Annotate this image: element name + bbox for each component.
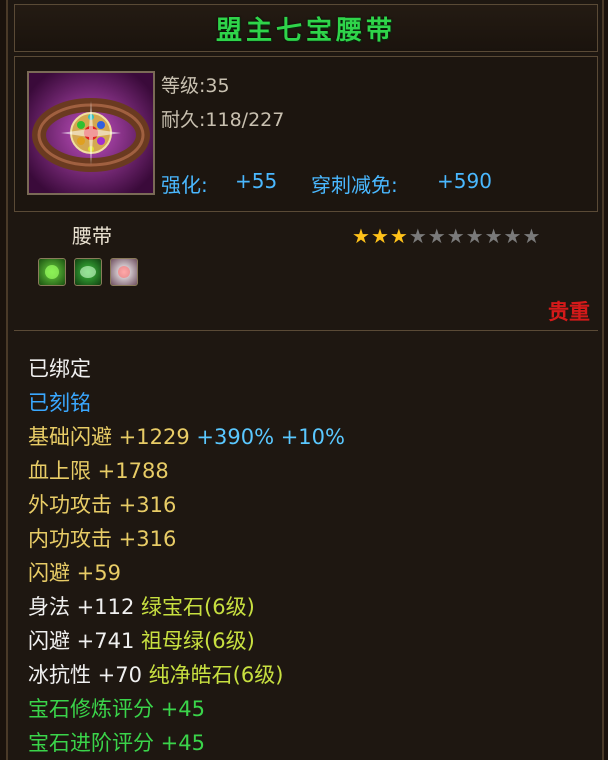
star-empty-icon: ★: [465, 224, 484, 248]
attribute-line: 内功攻击 +316: [28, 523, 176, 553]
attribute-text: 内功攻击 +316: [28, 527, 177, 551]
star-empty-icon: ★: [484, 224, 503, 248]
attribute-line: 冰抗性 +70 纯净皓石(6级): [28, 659, 283, 689]
attribute-text: 身法 +112: [28, 595, 142, 619]
attribute-extra: 绿宝石(6级): [141, 595, 255, 619]
item-summary: 等级:35 耐久:118/227 强化: +55 穿刺减免: +590: [14, 56, 598, 212]
star-empty-icon: ★: [503, 224, 522, 248]
attribute-line: 闪避 +741 祖母绿(6级): [28, 625, 255, 655]
star-empty-icon: ★: [446, 224, 465, 248]
star-empty-icon: ★: [408, 224, 427, 248]
attribute-line: 基础闪避 +1229 +390% +10%: [28, 421, 345, 451]
attribute-line: 外功攻击 +316: [28, 489, 176, 519]
attribute-text: 血上限 +1788: [28, 459, 169, 483]
zircon-gem-icon: [118, 266, 130, 278]
attribute-extra: 纯净皓石(6级): [148, 663, 284, 687]
emerald-gem-icon: [80, 266, 96, 278]
attribute-text: 宝石进阶评分 +45: [28, 731, 205, 755]
attribute-extra: +390% +10%: [189, 425, 345, 449]
attribute-line: 身法 +112 绿宝石(6级): [28, 591, 255, 621]
item-durability: 耐久:118/227: [161, 109, 285, 131]
attribute-line: 宝石修炼评分 +45: [28, 693, 205, 723]
title-bar: 盟主七宝腰带: [14, 4, 598, 52]
star-filled-icon: ★: [352, 224, 370, 248]
pierce-label: 穿刺减免:: [311, 173, 398, 197]
gem-slot-1[interactable]: [38, 258, 66, 286]
pierce-value: +590: [437, 169, 492, 193]
star-empty-icon: ★: [427, 224, 446, 248]
attribute-text: 基础闪避 +1229: [28, 425, 190, 449]
gem-slot-2[interactable]: [74, 258, 102, 286]
enhance-value: +55: [235, 169, 278, 193]
star-filled-icon: ★: [370, 224, 389, 248]
attribute-text: 外功攻击 +316: [28, 493, 177, 517]
attribute-line: 血上限 +1788: [28, 455, 169, 485]
attribute-line: 已刻铭: [28, 387, 91, 417]
attribute-line: 宝石进阶评分 +45: [28, 727, 205, 757]
rarity-label: 贵重: [548, 300, 590, 324]
enhance-label: 强化:: [161, 173, 208, 197]
attribute-line: 已绑定: [28, 353, 91, 383]
attribute-text: 已绑定: [28, 357, 91, 381]
attribute-line: 闪避 +59: [28, 557, 121, 587]
green-gem-icon: [45, 265, 59, 279]
item-name: 盟主七宝腰带: [215, 15, 396, 46]
attribute-text: 闪避 +741: [28, 629, 142, 653]
star-rating: ★ ★ ★ ★ ★ ★ ★ ★ ★ ★: [352, 224, 540, 248]
attribute-list: 已绑定已刻铭基础闪避 +1229 +390% +10% 血上限 +1788 外功攻击…: [14, 330, 598, 760]
item-level: 等级:35: [161, 75, 230, 97]
item-type: 腰带: [72, 224, 112, 248]
belt-icon: [29, 73, 153, 193]
star-filled-icon: ★: [389, 224, 408, 248]
attribute-text: 已刻铭: [28, 391, 91, 415]
attribute-text: 宝石修炼评分 +45: [28, 697, 205, 721]
gem-slot-3[interactable]: [110, 258, 138, 286]
attribute-extra: 祖母绿(6级): [141, 629, 255, 653]
attribute-text: 闪避 +59: [28, 561, 121, 585]
star-empty-icon: ★: [522, 224, 541, 248]
item-icon[interactable]: [27, 71, 155, 195]
attribute-text: 冰抗性 +70: [28, 663, 149, 687]
